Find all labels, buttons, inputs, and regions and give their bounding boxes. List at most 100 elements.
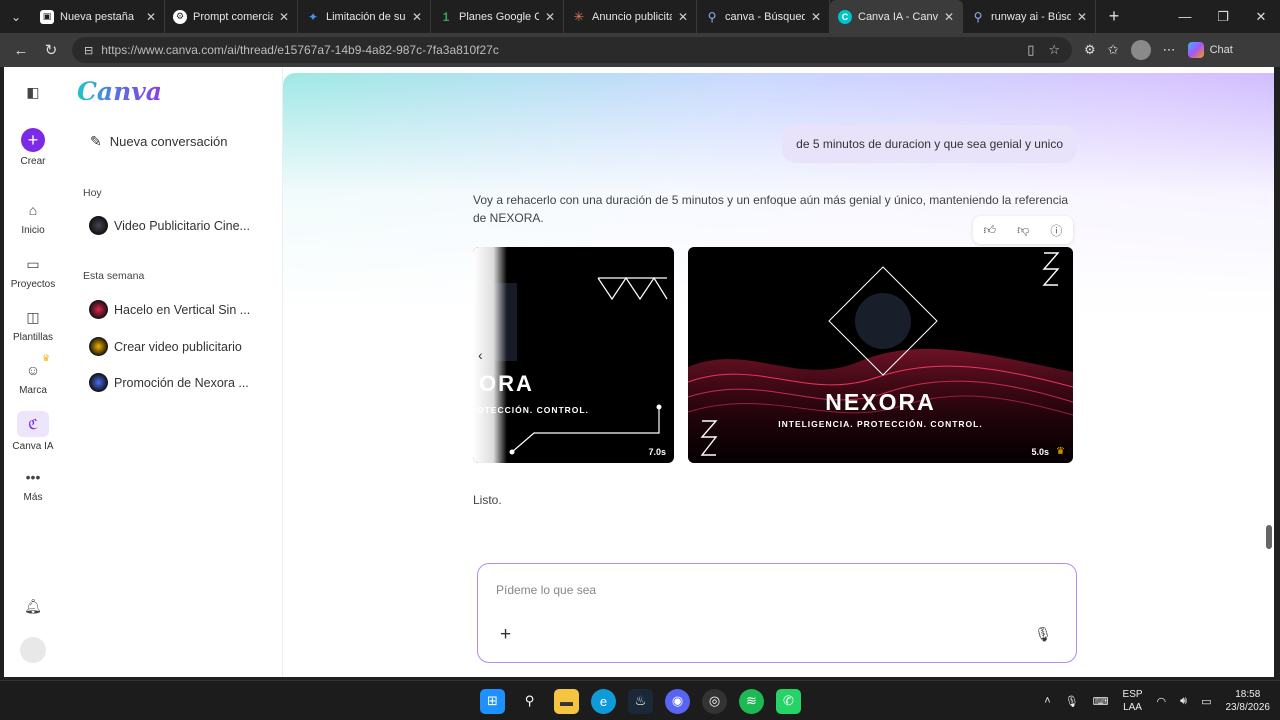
extensions-icon[interactable]: ⚙ xyxy=(1084,42,1096,58)
microphone-tray-icon[interactable]: 🎙︎ xyxy=(1065,695,1079,708)
canva-page: ◧ + Crear ⌂ Inicio ▭ Proyectos ◫ Plantil… xyxy=(4,67,1274,677)
url-field[interactable]: ⊟ https://www.canva.com/ai/thread/e15767… xyxy=(72,37,1072,63)
clock[interactable]: 18:58 23/8/2026 xyxy=(1226,688,1271,714)
more-dots-icon: ••• xyxy=(25,469,41,485)
left-rail: ◧ + Crear ⌂ Inicio ▭ Proyectos ◫ Plantil… xyxy=(4,67,62,677)
more-options-icon[interactable]: ⋯ xyxy=(1163,42,1176,58)
card-subtitle: OTECCIÓN. CONTROL. xyxy=(477,405,589,415)
search-icon: ⚲ xyxy=(973,9,983,24)
close-tab-icon[interactable]: ✕ xyxy=(279,10,289,24)
folder-icon: ▭ xyxy=(26,256,40,272)
close-tab-icon[interactable]: ✕ xyxy=(146,10,156,24)
canva-logo[interactable]: Canva xyxy=(77,77,162,106)
gemini-icon: ✦ xyxy=(307,9,319,24)
show-hidden-icons-icon[interactable]: ˄ xyxy=(1044,695,1050,707)
tab-limitacion-suscripcion[interactable]: ✦ Limitación de susc ✕ xyxy=(298,0,431,33)
thumbs-down-icon[interactable]: 👎︎ xyxy=(1017,223,1029,238)
conversation-item[interactable]: Promoción de Nexora ... xyxy=(89,373,265,392)
url-text: https://www.canva.com/ai/thread/e15767a7… xyxy=(101,43,499,57)
rail-more-button[interactable]: ••• Más xyxy=(4,466,62,503)
edit-icon: ✎ xyxy=(90,133,102,149)
close-window-icon[interactable]: ✕ xyxy=(1242,9,1280,25)
tab-canva-ia[interactable]: C Canva IA - Canva ✕ xyxy=(830,0,963,33)
chat-main: de 5 minutos de duracion y que sea genia… xyxy=(283,73,1274,677)
reload-icon[interactable]: ↻ xyxy=(36,41,66,59)
back-icon[interactable]: ← xyxy=(6,42,36,59)
video-card-1[interactable]: ORA OTECCIÓN. CONTROL. 7.0s ‹ xyxy=(473,247,674,463)
claude-icon: ✳ xyxy=(573,8,585,24)
conversation-thumbnail xyxy=(89,373,108,392)
volume-icon[interactable]: 🔊︎ xyxy=(1180,695,1187,708)
search-icon[interactable]: ⚲ xyxy=(517,689,542,714)
rail-projects-button[interactable]: ▭ Proyectos xyxy=(4,253,62,290)
conversation-thumbnail xyxy=(89,300,108,319)
add-attachment-icon[interactable]: + xyxy=(500,624,511,646)
google-one-icon: 1 xyxy=(442,9,450,24)
card-duration: 7.0s xyxy=(648,447,666,457)
copilot-icon xyxy=(1187,42,1204,58)
file-explorer-icon[interactable]: ▬ xyxy=(554,688,579,714)
battery-icon[interactable]: ▭ xyxy=(1201,695,1211,708)
rail-create-button[interactable]: + Crear xyxy=(4,128,62,167)
toggle-sidebar-button[interactable]: ◧ xyxy=(4,81,62,107)
scrollbar-thumb[interactable] xyxy=(1266,525,1272,549)
info-icon[interactable]: ⓘ xyxy=(1050,222,1062,239)
chat-scrollbar[interactable] xyxy=(1266,125,1272,665)
input-language[interactable]: ESP LAA xyxy=(1123,688,1143,714)
close-tab-icon[interactable]: ✕ xyxy=(1077,10,1087,24)
favorite-star-icon[interactable]: ☆ xyxy=(1048,42,1060,58)
carousel-prev-icon[interactable]: ‹ xyxy=(478,347,483,363)
maximize-icon[interactable]: ❐ xyxy=(1204,9,1242,25)
profile-avatar[interactable] xyxy=(1130,40,1151,60)
prompt-input[interactable]: Pídeme lo que sea xyxy=(496,583,596,597)
new-tab-icon: ▣ xyxy=(40,9,54,24)
new-tab-button[interactable]: + xyxy=(1096,6,1132,27)
tab-planes-google-one[interactable]: 1 Planes Google One ✕ xyxy=(431,0,564,33)
chrome-icon[interactable]: ◎ xyxy=(702,688,727,714)
status-message: Listo. xyxy=(473,493,502,507)
whatsapp-icon[interactable]: ✆ xyxy=(776,688,801,714)
close-tab-icon[interactable]: ✕ xyxy=(678,10,688,24)
close-tab-icon[interactable]: ✕ xyxy=(412,10,422,24)
tab-nueva-pestana[interactable]: ▣ Nueva pestaña ✕ xyxy=(32,0,165,33)
video-card-2[interactable]: NEXORA INTELIGENCIA. PROTECCIÓN. CONTROL… xyxy=(688,247,1073,463)
minimize-icon[interactable]: — xyxy=(1166,9,1204,25)
tab-canva-busqueda[interactable]: ⚲ canva - Búsqueda ✕ xyxy=(697,0,830,33)
rail-brand-button[interactable]: ♛ ☺ Marca xyxy=(4,353,62,396)
thumbs-up-icon[interactable]: 👍︎ xyxy=(984,223,997,238)
conversation-item[interactable]: Crear video publicitario xyxy=(89,337,265,356)
prompt-input-box[interactable]: Pídeme lo que sea + 🎙︎ xyxy=(477,563,1077,663)
tab-runway-ai-busqueda[interactable]: ⚲ runway ai - Búsque ✕ xyxy=(963,0,1096,33)
tab-actions-menu-icon[interactable]: ⌄ xyxy=(0,0,32,33)
microphone-icon[interactable]: 🎙︎ xyxy=(1034,626,1052,643)
new-conversation-button[interactable]: ✎ Nueva conversación xyxy=(90,133,228,150)
close-tab-icon[interactable]: ✕ xyxy=(545,10,555,24)
search-icon: ⚲ xyxy=(707,9,717,24)
conversation-item[interactable]: Video Publicitario Cine... xyxy=(89,216,265,235)
notifications-button[interactable]: 🔔︎ xyxy=(4,595,62,621)
edge-icon[interactable]: e xyxy=(591,688,616,714)
tab-prompt-comercial[interactable]: ⚙ Prompt comercial ✕ xyxy=(165,0,298,33)
close-tab-icon[interactable]: ✕ xyxy=(811,10,821,24)
tab-anuncio-publicitario[interactable]: ✳ Anuncio publicitari ✕ xyxy=(564,0,697,33)
site-info-icon[interactable]: ⊟ xyxy=(84,44,93,57)
section-title-today: Hoy xyxy=(83,187,102,199)
spotify-icon[interactable]: ≋ xyxy=(739,688,764,714)
reading-view-icon[interactable]: ▯ xyxy=(1027,42,1034,58)
close-tab-icon[interactable]: ✕ xyxy=(944,10,954,24)
keyboard-icon[interactable]: ⌨ xyxy=(1093,695,1109,708)
favorites-icon[interactable]: ✩ xyxy=(1108,42,1119,58)
rail-home-button[interactable]: ⌂ Inicio xyxy=(4,199,62,236)
discord-icon[interactable]: ◉ xyxy=(665,688,690,714)
rail-templates-button[interactable]: ◫ Plantillas xyxy=(4,306,62,343)
templates-icon: ◫ xyxy=(26,309,40,325)
account-avatar[interactable] xyxy=(20,637,46,663)
steam-icon[interactable]: ♨ xyxy=(628,688,653,714)
copilot-chat-button[interactable]: Chat xyxy=(1187,42,1233,58)
window-controls: — ❐ ✕ xyxy=(1166,9,1280,25)
canva-ai-icon: ℭ xyxy=(17,411,49,437)
windows-start-icon[interactable]: ⊞ xyxy=(480,688,505,714)
conversation-item[interactable]: Hacelo en Vertical Sin ... xyxy=(89,300,265,319)
wifi-icon[interactable]: ◠ xyxy=(1157,695,1167,708)
rail-canva-ai-button[interactable]: ℭ Canva IA xyxy=(4,411,62,452)
